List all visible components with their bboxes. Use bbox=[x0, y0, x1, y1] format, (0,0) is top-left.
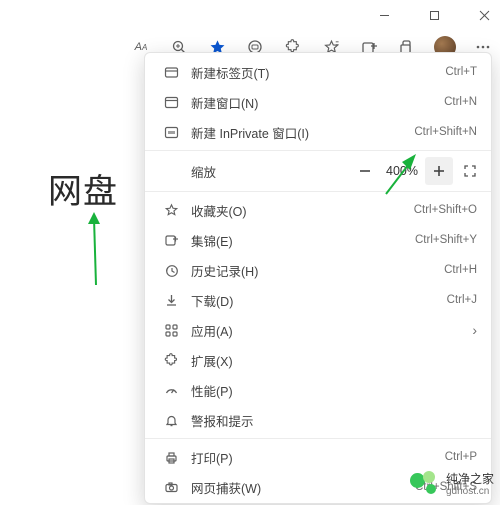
minimize-button[interactable] bbox=[370, 1, 398, 29]
menu-label: 警报和提示 bbox=[183, 411, 477, 430]
history-icon bbox=[159, 263, 183, 278]
shortcut: Ctrl+Shift+O bbox=[414, 204, 477, 216]
separator bbox=[145, 438, 491, 439]
menu-label: 下载(D) bbox=[183, 291, 447, 310]
menu-label: 性能(P) bbox=[183, 381, 477, 400]
zoom-in-button[interactable] bbox=[425, 157, 453, 185]
menu-label: 新建窗口(N) bbox=[183, 93, 444, 112]
maximize-button[interactable] bbox=[420, 1, 448, 29]
menu-label: 扩展(X) bbox=[183, 351, 477, 370]
menu-downloads[interactable]: 下载(D) Ctrl+J bbox=[145, 285, 491, 315]
shortcut: Ctrl+H bbox=[444, 264, 477, 276]
apps-icon bbox=[159, 323, 183, 338]
shortcut: Ctrl+N bbox=[444, 96, 477, 108]
shortcut: Ctrl+P bbox=[445, 451, 477, 463]
watermark-name: 纯净之家 bbox=[446, 473, 494, 486]
menu-label: 历史记录(H) bbox=[183, 261, 444, 280]
menu-extensions[interactable]: 扩展(X) bbox=[145, 345, 491, 375]
fullscreen-button[interactable] bbox=[457, 158, 483, 184]
separator bbox=[145, 191, 491, 192]
download-icon bbox=[159, 293, 183, 308]
zoom-value: 400% bbox=[379, 164, 425, 178]
shortcut: Ctrl+J bbox=[447, 294, 477, 306]
menu-apps[interactable]: 应用(A) › bbox=[145, 315, 491, 345]
more-menu: 新建标签页(T) Ctrl+T 新建窗口(N) Ctrl+N 新建 InPriv… bbox=[144, 52, 492, 504]
bell-icon bbox=[159, 413, 183, 428]
star-icon bbox=[159, 203, 183, 218]
watermark-url: gdhost.cn bbox=[446, 486, 494, 497]
shortcut: Ctrl+Shift+Y bbox=[415, 234, 477, 246]
collections-icon bbox=[159, 233, 183, 248]
menu-collections[interactable]: 集锦(E) Ctrl+Shift+Y bbox=[145, 225, 491, 255]
printer-icon bbox=[159, 450, 183, 465]
puzzle-icon bbox=[159, 353, 183, 368]
titlebar bbox=[0, 0, 500, 30]
menu-alerts[interactable]: 警报和提示 bbox=[145, 405, 491, 435]
menu-zoom-row: 缩放 400% bbox=[145, 154, 491, 188]
separator bbox=[145, 150, 491, 151]
inprivate-icon bbox=[159, 125, 183, 140]
menu-history[interactable]: 历史记录(H) Ctrl+H bbox=[145, 255, 491, 285]
page-content: 网盘 bbox=[0, 64, 150, 504]
tab-icon bbox=[159, 65, 183, 80]
close-button[interactable] bbox=[470, 1, 498, 29]
menu-label: 应用(A) bbox=[183, 321, 470, 340]
zoom-label: 缩放 bbox=[159, 162, 351, 181]
menu-performance[interactable]: 性能(P) bbox=[145, 375, 491, 405]
menu-label: 收藏夹(O) bbox=[183, 201, 414, 220]
menu-favorites[interactable]: 收藏夹(O) Ctrl+Shift+O bbox=[145, 195, 491, 225]
menu-new-inprivate[interactable]: 新建 InPrivate 窗口(I) Ctrl+Shift+N bbox=[145, 117, 491, 147]
page-heading: 网盘 bbox=[48, 173, 118, 211]
window-icon bbox=[159, 95, 183, 110]
menu-label: 打印(P) bbox=[183, 448, 445, 467]
menu-label: 新建标签页(T) bbox=[183, 63, 445, 82]
menu-label: 新建 InPrivate 窗口(I) bbox=[183, 123, 414, 142]
watermark: 纯净之家 gdhost.cn bbox=[410, 471, 494, 499]
watermark-logo-icon bbox=[410, 471, 440, 499]
menu-label: 网页捕获(W) bbox=[183, 478, 415, 497]
zoom-out-button[interactable] bbox=[351, 157, 379, 185]
camera-icon bbox=[159, 480, 183, 495]
chevron-right-icon: › bbox=[470, 322, 477, 338]
menu-print[interactable]: 打印(P) Ctrl+P bbox=[145, 442, 491, 472]
shortcut: Ctrl+T bbox=[445, 66, 477, 78]
gauge-icon bbox=[159, 383, 183, 398]
shortcut: Ctrl+Shift+N bbox=[414, 126, 477, 138]
menu-new-tab[interactable]: 新建标签页(T) Ctrl+T bbox=[145, 57, 491, 87]
menu-label: 集锦(E) bbox=[183, 231, 415, 250]
menu-new-window[interactable]: 新建窗口(N) Ctrl+N bbox=[145, 87, 491, 117]
browser-window: AA 网盘 新建标签页(T) bbox=[0, 0, 500, 505]
